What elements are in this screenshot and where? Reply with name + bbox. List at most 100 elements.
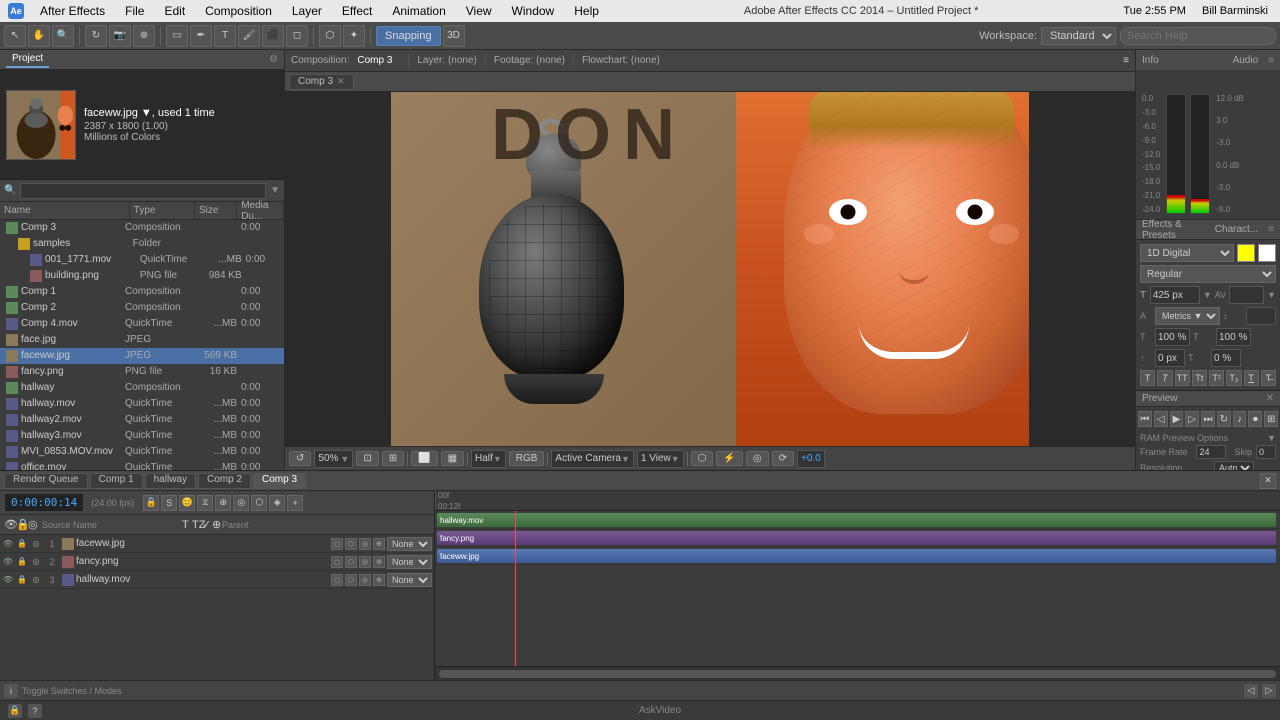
allcaps-button[interactable]: TT [1175, 370, 1190, 386]
strikethrough-button[interactable]: T̶ [1261, 370, 1276, 386]
layer-shy[interactable]: ◻ [331, 556, 343, 568]
tl-clip[interactable]: hallway.mov [437, 513, 1276, 527]
tl-collapse-button2[interactable]: ⧖ [197, 495, 213, 511]
rotation-tool[interactable]: ↻ [85, 25, 107, 47]
project-item[interactable]: hallway Composition 0:00 [0, 380, 284, 396]
italic-button[interactable]: T [1157, 370, 1172, 386]
tl-nav-right[interactable]: ▷ [1262, 684, 1276, 698]
tl-collapse-button[interactable]: ✕ [1260, 473, 1276, 489]
layer-visibility[interactable]: 👁 [2, 538, 14, 550]
project-item[interactable]: Comp 2 Composition 0:00 [0, 300, 284, 316]
workspace-select[interactable]: Standard [1041, 27, 1116, 45]
size-h-input[interactable] [1155, 328, 1190, 346]
layer-effects[interactable]: ⬡ [345, 538, 357, 550]
viewer-area[interactable]: DON [285, 92, 1135, 446]
menu-help[interactable]: Help [570, 4, 603, 18]
project-search-input[interactable] [20, 183, 266, 199]
layer-lock[interactable]: 🔒 [16, 556, 28, 568]
tl-layer-row[interactable]: 👁 🔒 ◎ 1 faceww.jpg ◻ ⬡ ◎ ⊕ None [0, 535, 434, 553]
project-item[interactable]: building.png PNG file 984 KB [0, 268, 284, 284]
eraser-tool[interactable]: ◻ [286, 25, 308, 47]
layer-shy[interactable]: ◻ [331, 538, 343, 550]
effects-menu-icon[interactable]: ≡ [1268, 224, 1274, 235]
character-tab-label[interactable]: Charact... [1215, 224, 1258, 235]
layer-adjust[interactable]: ⊕ [373, 556, 385, 568]
smallcaps-button[interactable]: Tt [1192, 370, 1207, 386]
project-item[interactable]: Comp 3 Composition 0:00 [0, 220, 284, 236]
layer-solo[interactable]: ◎ [30, 574, 42, 586]
reset-button[interactable]: ↺ [289, 451, 311, 466]
live-update[interactable]: ⟳ [772, 451, 794, 466]
menu-effect[interactable]: Effect [338, 4, 376, 18]
tl-playhead[interactable] [515, 511, 516, 666]
layer-adjust[interactable]: ⊕ [373, 538, 385, 550]
help-icon[interactable]: ? [28, 704, 42, 718]
menu-file[interactable]: File [121, 4, 148, 18]
layer-shy[interactable]: ◻ [331, 574, 343, 586]
bold-button[interactable]: T [1140, 370, 1155, 386]
record-button[interactable]: ⏺ [1248, 411, 1262, 427]
grid-button[interactable]: ⊞ [382, 451, 404, 466]
project-item[interactable]: hallway2.mov QuickTime ...MB 0:00 [0, 412, 284, 428]
tl-tab-render-queue[interactable]: Render Queue [4, 473, 88, 489]
layer-motion[interactable]: ◎ [359, 574, 371, 586]
baseline-input[interactable] [1155, 349, 1185, 367]
pen-tool[interactable]: ✒ [190, 25, 212, 47]
project-item[interactable]: hallway.mov QuickTime ...MB 0:00 [0, 396, 284, 412]
project-item[interactable]: office.mov QuickTime ...MB 0:00 [0, 460, 284, 470]
viewer-options-icon[interactable]: ≡ [1123, 55, 1129, 66]
audio-button[interactable]: ♪ [1233, 411, 1247, 427]
project-item[interactable]: fancy.png PNG file 16 KB [0, 364, 284, 380]
tl-lock-button[interactable]: 🔒 [143, 495, 159, 511]
tsudo-input[interactable] [1211, 349, 1241, 367]
skip-to-end-button[interactable]: ⏭ [1201, 411, 1215, 427]
layer-effects[interactable]: ⬡ [345, 574, 357, 586]
export-button[interactable]: ⊞ [1264, 411, 1278, 427]
transparency-button[interactable]: ⬜ [411, 451, 437, 466]
layer-parent-select[interactable]: None [387, 573, 432, 587]
audio-tab[interactable]: Audio [1233, 55, 1259, 66]
tl-blend-mode-button[interactable]: ⊕ [215, 495, 231, 511]
layer-visibility[interactable]: 👁 [2, 556, 14, 568]
sub-button[interactable]: T₂ [1226, 370, 1241, 386]
info-tab[interactable]: Info [1142, 55, 1159, 66]
menu-animation[interactable]: Animation [388, 4, 449, 18]
tl-draft-button[interactable]: ⬡ [251, 495, 267, 511]
fast-preview[interactable]: ⚡ [716, 451, 742, 466]
step-forward-button[interactable]: ▷ [1185, 411, 1199, 427]
super-button[interactable]: T² [1209, 370, 1224, 386]
preview-options-arrow[interactable]: ▼ [1267, 433, 1276, 443]
tl-shy-button[interactable]: 😊 [179, 495, 195, 511]
underline-button[interactable]: T [1244, 370, 1259, 386]
project-item[interactable]: 001_1771.mov QuickTime ...MB 0:00 [0, 252, 284, 268]
regions-button[interactable]: ▦ [441, 451, 464, 466]
preview-panel-tab[interactable]: Preview [1142, 393, 1178, 404]
stroke-color-swatch[interactable] [1258, 244, 1276, 262]
3d-renderer[interactable]: ⬡ [691, 451, 714, 466]
menu-composition[interactable]: Composition [201, 4, 276, 18]
comp-tab-comp3[interactable]: Comp 3 ✕ [289, 74, 354, 90]
font-size-input[interactable] [1150, 286, 1200, 304]
layer-solo[interactable]: ◎ [30, 538, 42, 550]
comp-tab-close[interactable]: ✕ [337, 76, 345, 87]
tl-info-icon[interactable]: i [4, 684, 18, 698]
panel-menu-icon[interactable]: ≡ [1268, 55, 1274, 66]
metrics-select[interactable]: Metrics ▼ [1155, 307, 1220, 325]
preview-panel-close[interactable]: ✕ [1266, 393, 1274, 404]
font-name-select[interactable]: 1D Digital [1140, 244, 1234, 262]
text-tool[interactable]: T [214, 25, 236, 47]
fit-to-frame[interactable]: ⊡ [356, 451, 378, 466]
effects-tab-label[interactable]: Effects & Presets [1142, 219, 1209, 241]
tl-tab-comp1[interactable]: Comp 1 [90, 473, 143, 489]
layer-adjust[interactable]: ⊕ [373, 574, 385, 586]
channels-button[interactable]: RGB [509, 451, 545, 466]
menu-edit[interactable]: Edit [160, 4, 189, 18]
tl-solo-button[interactable]: S [161, 495, 177, 511]
layer-parent-select[interactable]: None [387, 555, 432, 569]
project-item[interactable]: Comp 4.mov QuickTime ...MB 0:00 [0, 316, 284, 332]
project-item[interactable]: samples Folder [0, 236, 284, 252]
tracking-input[interactable] [1229, 286, 1264, 304]
layer-lock[interactable]: 🔒 [16, 538, 28, 550]
project-item[interactable]: face.jpg JPEG [0, 332, 284, 348]
tl-tab-hallway[interactable]: hallway [145, 473, 196, 489]
